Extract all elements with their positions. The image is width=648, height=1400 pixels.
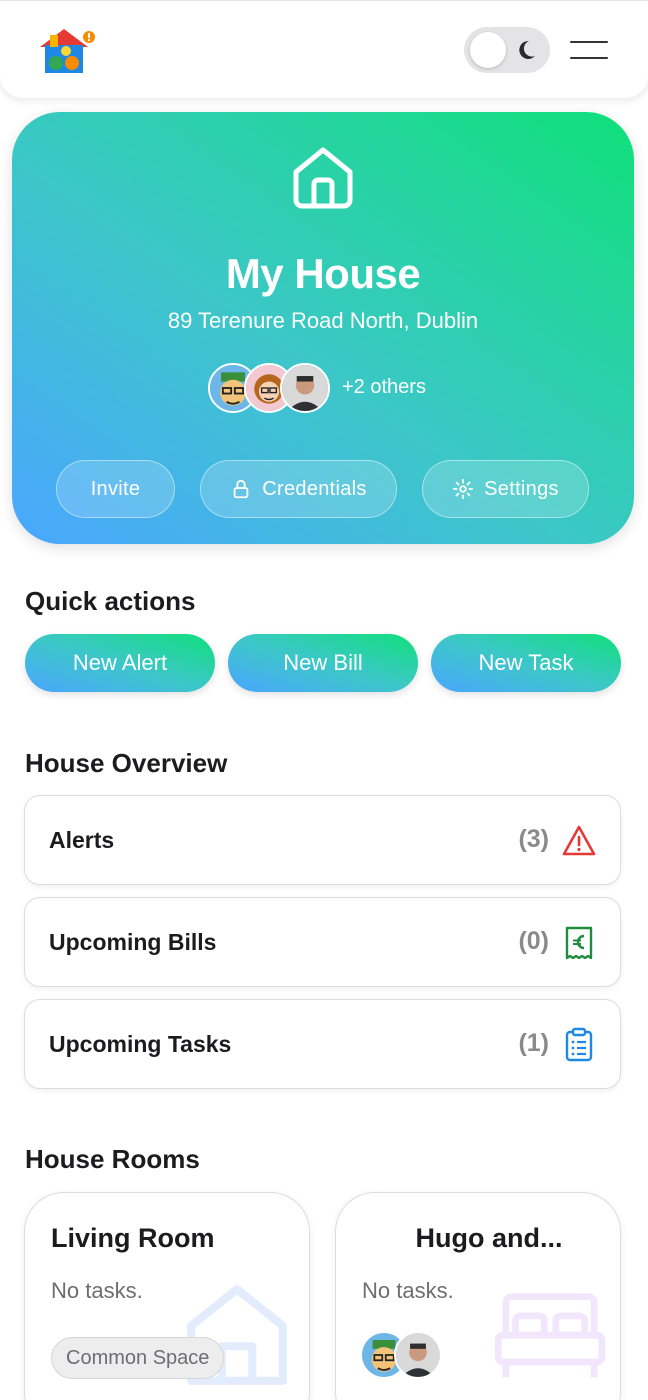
upcoming-tasks-label: Upcoming Tasks (49, 1031, 232, 1057)
room-status: No tasks. (362, 1278, 454, 1303)
room-card-living-room[interactable]: Living Room No tasks. Common Space (24, 1192, 310, 1400)
warning-triangle-icon (562, 825, 596, 856)
toggle-knob (470, 32, 506, 68)
upcoming-bills-count: (0) (518, 927, 549, 955)
credentials-label: Credentials (262, 477, 367, 500)
avatar (280, 363, 330, 413)
room-name: Hugo and... (415, 1223, 563, 1253)
quick-actions-title: Quick actions (25, 586, 196, 616)
house-overview-title: House Overview (25, 748, 228, 778)
house-rooms-title: House Rooms (25, 1144, 200, 1174)
alerts-label: Alerts (49, 827, 115, 853)
upcoming-tasks-count: (1) (518, 1029, 549, 1057)
members-extra-count: +2 others (342, 376, 426, 398)
room-status: No tasks. (51, 1278, 143, 1303)
room-type-tag: Common Space (51, 1337, 225, 1379)
settings-label: Settings (484, 477, 559, 500)
room-name: Living Room (51, 1223, 215, 1253)
top-bar (0, 0, 648, 98)
upcoming-bills-row[interactable]: Upcoming Bills (0) (24, 897, 621, 987)
avatar (394, 1331, 442, 1379)
house-icon (293, 147, 353, 209)
credentials-button[interactable]: Credentials (200, 460, 397, 518)
house-card: My House 89 Terenure Road North, Dublin … (12, 112, 634, 544)
bed-icon (494, 1293, 606, 1378)
house-address: 89 Terenure Road North, Dublin (167, 308, 479, 333)
settings-button[interactable]: Settings (422, 460, 589, 518)
new-alert-button[interactable]: New Alert (25, 634, 215, 692)
new-bill-button[interactable]: New Bill (228, 634, 418, 692)
room-member-avatars (360, 1331, 460, 1381)
moon-icon (519, 40, 535, 59)
invite-button[interactable]: Invite (56, 460, 175, 518)
gear-icon (453, 478, 474, 500)
alerts-row[interactable]: Alerts (3) (24, 795, 621, 885)
upcoming-tasks-row[interactable]: Upcoming Tasks (1) (24, 999, 621, 1089)
room-card-hugo[interactable]: Hugo and... No tasks. (335, 1192, 621, 1400)
upcoming-bills-label: Upcoming Bills (49, 929, 217, 955)
theme-toggle[interactable] (464, 27, 550, 73)
house-logo-icon[interactable] (36, 25, 96, 75)
alerts-count: (3) (518, 825, 549, 853)
invite-label: Invite (90, 477, 141, 500)
euro-receipt-icon (565, 926, 593, 960)
house-name: My House (225, 250, 421, 297)
hamburger-icon[interactable] (570, 39, 612, 63)
clipboard-list-icon (565, 1027, 593, 1062)
lock-icon (233, 479, 249, 499)
new-task-button[interactable]: New Task (431, 634, 621, 692)
